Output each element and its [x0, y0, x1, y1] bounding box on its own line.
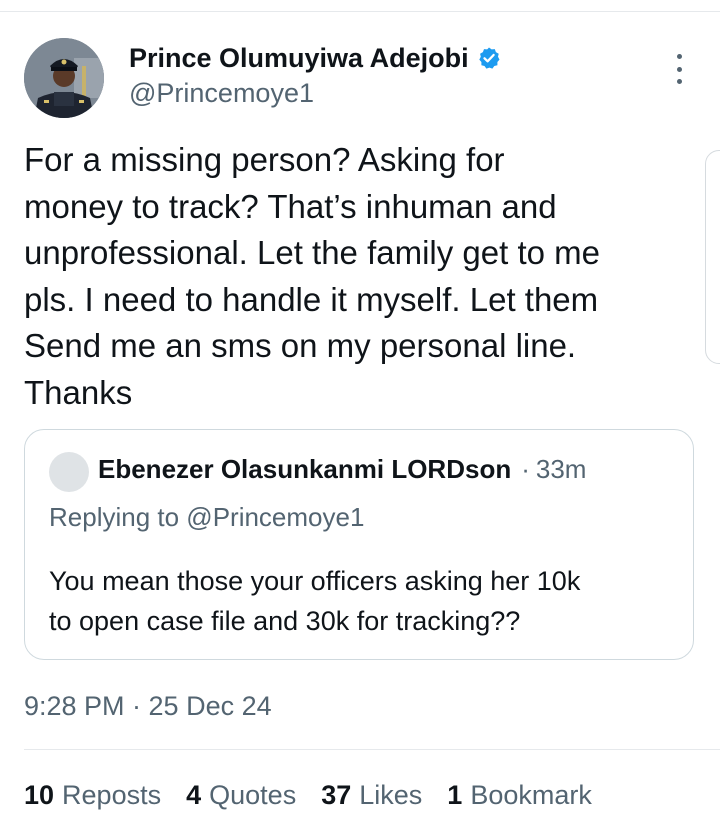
quoted-separator: · — [521, 454, 530, 484]
quotes-stat[interactable]: 4 Quotes — [186, 780, 296, 811]
bookmarks-label: Bookmark — [470, 780, 592, 810]
likes-label: Likes — [359, 780, 423, 810]
likes-stat[interactable]: 37 Likes — [321, 780, 422, 811]
bookmarks-stat[interactable]: 1 Bookmark — [447, 780, 592, 811]
adjacent-panel-edge — [705, 150, 720, 364]
tweet-text: For a missing person? Asking for money t… — [24, 141, 600, 411]
quoted-author-name: Ebenezer Olasunkanmi LORDson — [98, 454, 512, 484]
quoted-tweet-header: Ebenezer Olasunkanmi LORDson · 33m — [98, 454, 586, 485]
quoted-time: 33m — [535, 454, 587, 484]
author-name[interactable]: Prince Olumuyiwa Adejobi — [129, 43, 469, 74]
author-handle[interactable]: @Princemoye1 — [129, 78, 314, 109]
top-divider — [0, 11, 720, 12]
quoted-replying-to: Replying to @Princemoye1 — [49, 502, 365, 532]
reposts-count: 10 — [24, 780, 55, 810]
more-vertical-icon-dot — [676, 66, 682, 72]
tweet-timestamp[interactable]: 9:28 PM · 25 Dec 24 — [24, 691, 272, 722]
bookmarks-count: 1 — [447, 780, 463, 810]
more-vertical-icon — [676, 54, 682, 59]
author-avatar[interactable] — [24, 38, 104, 118]
stats-divider — [24, 749, 720, 750]
reposts-stat[interactable]: 10 Reposts — [24, 780, 161, 811]
engagement-stats: 10 Reposts 4 Quotes 37 Likes 1 Bookmark — [24, 780, 592, 811]
verified-badge-icon[interactable] — [477, 46, 501, 70]
author-name-row: Prince Olumuyiwa Adejobi — [129, 42, 501, 74]
more-vertical-icon-dot — [676, 79, 682, 84]
reposts-label: Reposts — [62, 780, 162, 810]
quoted-tweet-card[interactable]: Ebenezer Olasunkanmi LORDson · 33m Reply… — [24, 429, 694, 660]
quotes-label: Quotes — [209, 780, 297, 810]
quoted-author-avatar — [49, 452, 89, 492]
quoted-tweet-text: You mean those your officers asking her … — [49, 566, 581, 636]
quotes-count: 4 — [186, 780, 202, 810]
likes-count: 37 — [321, 780, 352, 810]
more-options-button[interactable] — [666, 54, 692, 84]
